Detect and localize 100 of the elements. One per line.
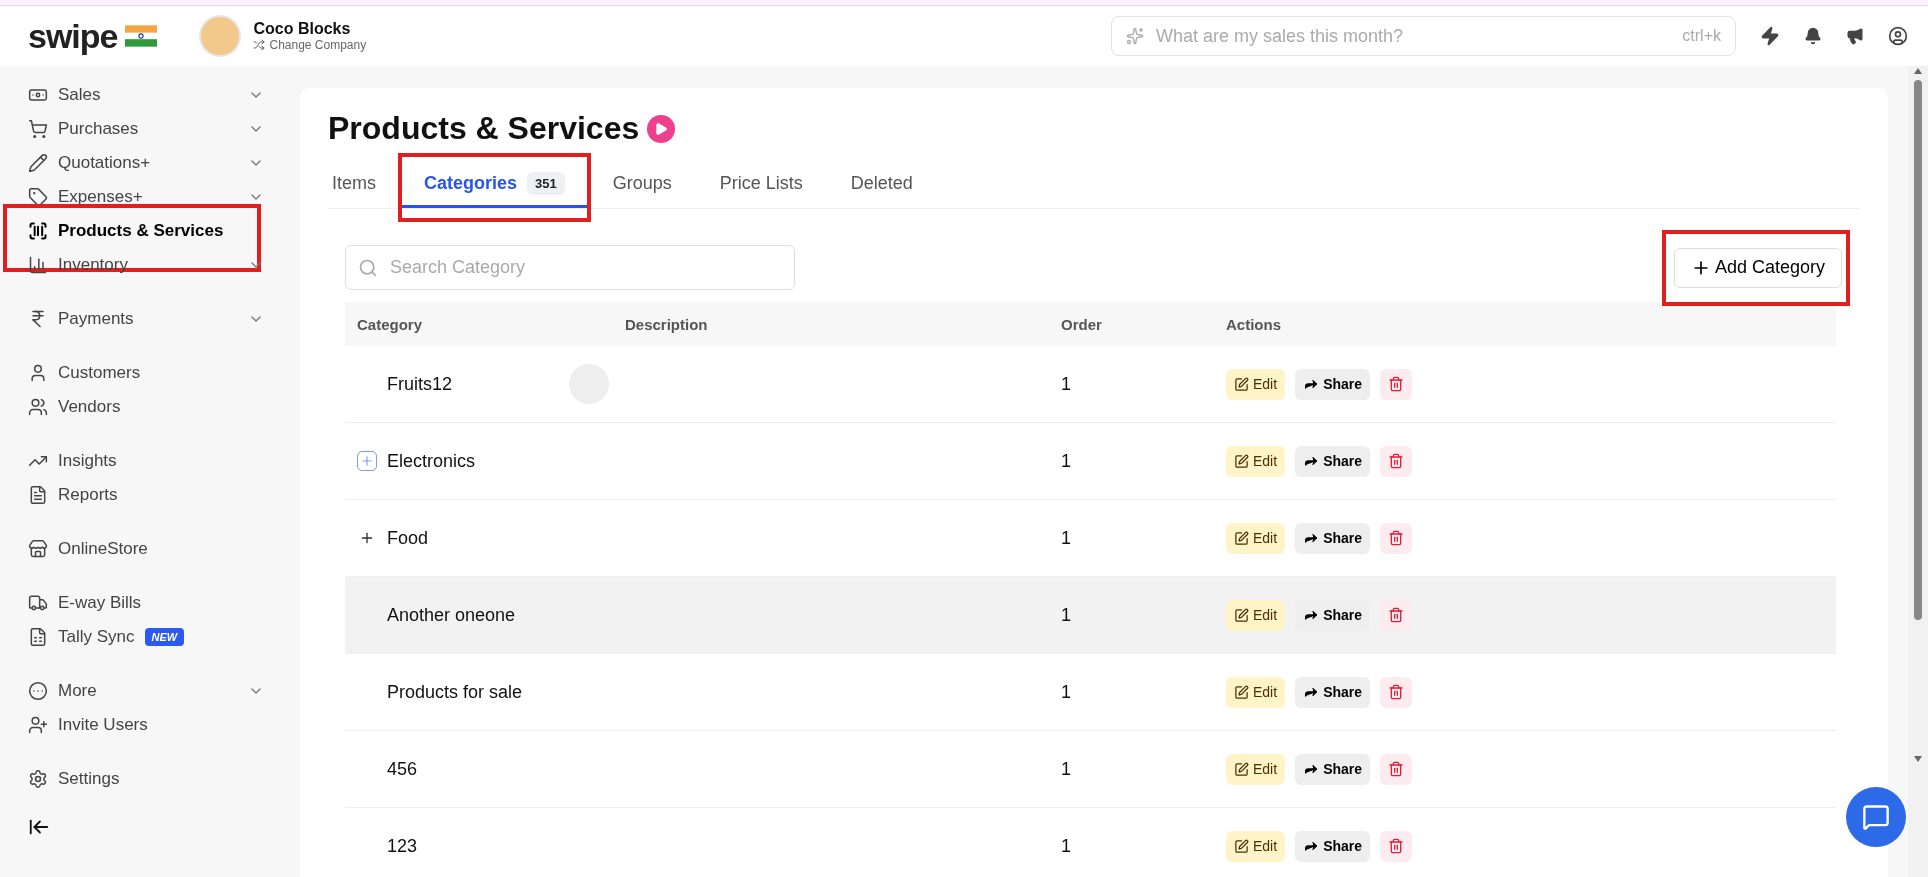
delete-button[interactable] xyxy=(1380,830,1413,862)
sidebar-item[interactable]: Invite Users xyxy=(28,708,264,742)
order-cell-text: 1 xyxy=(1061,527,1072,549)
category-name: 456 xyxy=(387,758,418,780)
delete-button[interactable] xyxy=(1380,753,1413,785)
tab[interactable]: Items xyxy=(328,161,400,208)
new-badge: NEW xyxy=(144,628,185,646)
delete-button[interactable] xyxy=(1380,368,1413,400)
column-header: Order xyxy=(1061,315,1103,333)
page-title: Products & Services xyxy=(328,110,640,147)
sparkle-icon xyxy=(1126,27,1144,45)
profile-icon[interactable] xyxy=(1888,26,1908,46)
trash-icon xyxy=(1388,453,1405,469)
menu-icon xyxy=(28,485,48,505)
edit-button[interactable]: Edit xyxy=(1226,676,1286,708)
sidebar-item[interactable]: Settings xyxy=(28,762,264,796)
sidebar-item[interactable]: Quotations+ xyxy=(28,146,264,180)
share-button[interactable]: Share xyxy=(1295,599,1371,631)
india-flag-icon xyxy=(125,25,158,47)
sidebar-item[interactable]: Tally Sync NEW xyxy=(28,620,264,654)
lightning-icon[interactable] xyxy=(1760,26,1780,46)
share-button[interactable]: Share xyxy=(1295,753,1371,785)
share-button[interactable]: Share xyxy=(1295,522,1371,554)
trash-icon xyxy=(1388,607,1405,623)
sidebar-item[interactable]: Purchases xyxy=(28,112,264,146)
share-button[interactable]: Share xyxy=(1295,445,1371,477)
company-name: Coco Blocks xyxy=(253,20,352,38)
change-company-link[interactable]: Change Company xyxy=(269,38,367,52)
category-name: 123 xyxy=(387,835,418,857)
edit-button[interactable]: Edit xyxy=(1226,599,1286,631)
pencil-square-icon xyxy=(1234,530,1249,546)
menu-icon xyxy=(28,769,48,789)
tab[interactable]: Price Lists xyxy=(695,161,827,208)
sidebar-item[interactable]: Products & Services xyxy=(28,214,264,248)
notification-icon[interactable] xyxy=(1804,27,1822,45)
category-name: Fruits12 xyxy=(387,373,453,395)
trash-icon xyxy=(1388,530,1405,546)
count-badge: 351 xyxy=(527,171,565,195)
trash-icon xyxy=(1388,838,1405,854)
menu-icon xyxy=(28,255,48,275)
edit-button[interactable]: Edit xyxy=(1226,522,1286,554)
delete-button[interactable] xyxy=(1380,599,1413,631)
menu-icon xyxy=(28,119,48,139)
expand-icon[interactable] xyxy=(357,451,377,471)
tab[interactable]: Deleted xyxy=(826,161,937,208)
search-bar[interactable]: Search Category xyxy=(345,245,795,290)
play-icon xyxy=(654,121,669,136)
sidebar-item[interactable]: More xyxy=(28,674,264,708)
menu-icon xyxy=(28,153,48,173)
sidebar-item[interactable]: E-way Bills xyxy=(28,586,264,620)
column-header: Actions xyxy=(1226,315,1282,333)
play-button[interactable] xyxy=(647,114,676,143)
pencil-square-icon xyxy=(1234,453,1249,469)
order-cell-text: 1 xyxy=(1061,450,1072,472)
column-header: Description xyxy=(625,315,709,333)
delete-button[interactable] xyxy=(1380,522,1413,554)
edit-button[interactable]: Edit xyxy=(1226,445,1286,477)
trash-icon xyxy=(1388,684,1405,700)
sidebar-item[interactable]: Payments xyxy=(28,302,264,336)
category-name: Electronics xyxy=(387,450,476,472)
pencil-square-icon xyxy=(1234,838,1249,854)
tab[interactable]: Groups xyxy=(588,161,696,208)
order-cell-text: 1 xyxy=(1061,604,1072,626)
category-name: Another oneone xyxy=(387,604,516,626)
menu-icon xyxy=(28,593,48,613)
sidebar-item[interactable]: Sales xyxy=(28,78,264,112)
search-icon xyxy=(358,257,378,278)
category-name: Products for sale xyxy=(387,681,523,703)
sidebar-item[interactable]: Insights xyxy=(28,444,264,478)
sidebar-item[interactable]: Customers xyxy=(28,356,264,390)
table-row[interactable]: Another oneone 1 Edit Share xyxy=(345,577,1836,654)
menu-icon xyxy=(28,715,48,735)
trash-icon xyxy=(1388,376,1405,392)
sidebar-item[interactable]: OnlineStore xyxy=(28,532,264,566)
menu-icon xyxy=(28,187,48,207)
edit-button[interactable]: Edit xyxy=(1226,368,1286,400)
menu-icon xyxy=(28,627,48,647)
megaphone-icon[interactable] xyxy=(1846,27,1864,45)
delete-button[interactable] xyxy=(1380,676,1413,708)
sidebar-item[interactable]: Vendors xyxy=(28,390,264,424)
delete-button[interactable] xyxy=(1380,445,1413,477)
share-button[interactable]: Share xyxy=(1295,368,1371,400)
shuffle-icon xyxy=(253,39,266,51)
category-name: Food xyxy=(387,527,429,549)
order-cell-text: 1 xyxy=(1061,835,1072,857)
sidebar-item[interactable]: Expenses+ xyxy=(28,180,264,214)
tab[interactable]: Categories 351 xyxy=(400,161,589,208)
pencil-square-icon xyxy=(1234,607,1249,623)
sidebar-item[interactable]: Reports xyxy=(28,478,264,512)
shortcut-hint: ctrl+k xyxy=(1682,27,1721,45)
pencil-square-icon xyxy=(1234,376,1249,392)
edit-button[interactable]: Edit xyxy=(1226,830,1286,862)
order-cell-text: 1 xyxy=(1061,681,1072,703)
edit-button[interactable]: Edit xyxy=(1226,753,1286,785)
add-category-button[interactable]: Add Category xyxy=(1673,247,1842,288)
menu-icon xyxy=(28,221,48,241)
share-button[interactable]: Share xyxy=(1295,676,1371,708)
share-button[interactable]: Share xyxy=(1295,830,1371,862)
menu-icon xyxy=(28,363,48,383)
pencil-square-icon xyxy=(1234,761,1249,777)
